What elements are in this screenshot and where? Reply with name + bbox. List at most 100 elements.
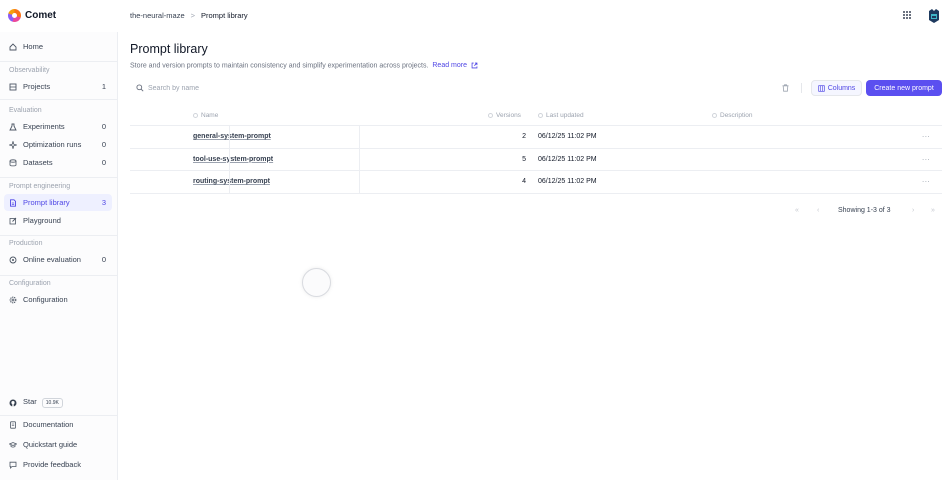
projects-icon (9, 83, 17, 91)
sidebar-divider (0, 275, 117, 276)
document-icon (9, 420, 17, 429)
sidebar-item-count: 3 (101, 198, 106, 207)
flask-icon (9, 123, 17, 131)
sidebar-item-label: Playground (23, 216, 61, 225)
page-title: Prompt library (130, 42, 208, 56)
sidebar-item-label: Documentation (23, 420, 74, 429)
sidebar-item-documentation[interactable]: Documentation (4, 416, 112, 433)
loading-spinner (302, 268, 331, 297)
prompt-name-link[interactable]: general-system-prompt (193, 133, 271, 140)
breadcrumb-workspace[interactable]: the-neural-maze (130, 11, 185, 20)
sidebar-item-label: Provide feedback (23, 460, 81, 469)
message-icon (9, 461, 17, 469)
sidebar-item-online-evaluation[interactable]: Online evaluation 0 (4, 251, 112, 268)
section-configuration: Configuration (9, 280, 51, 287)
columns-label: Columns (827, 84, 856, 92)
sidebar-item-feedback[interactable]: Provide feedback (4, 456, 112, 473)
prompt-name-link[interactable]: tool-use-system-prompt (193, 156, 273, 163)
apps-grid-icon[interactable] (903, 11, 911, 19)
section-evaluation: Evaluation (9, 107, 42, 114)
gear-icon (9, 296, 17, 304)
comet-logo-icon (8, 9, 21, 22)
star-label: Star (23, 397, 37, 406)
sidebar-item-count: 0 (101, 122, 106, 131)
sidebar-item-label: Projects (23, 82, 51, 91)
header-last-updated[interactable]: Last updated (538, 112, 584, 119)
header-versions-label: Versions (496, 112, 521, 119)
activity-icon (9, 256, 17, 264)
sidebar: Home Observability Projects 1 Evaluation… (0, 32, 118, 480)
sidebar-item-home[interactable]: Home (4, 38, 112, 55)
prompt-versions: 2 (522, 133, 526, 140)
external-link-icon[interactable] (471, 62, 478, 69)
sidebar-item-label: Quickstart guide (23, 440, 78, 449)
sidebar-item-playground[interactable]: Playground (4, 212, 112, 229)
prompt-name-link[interactable]: routing-system-prompt (193, 178, 270, 185)
table-row[interactable]: general-system-prompt 2 06/12/25 11:02 P… (130, 126, 942, 149)
prev-page-button[interactable]: ‹ (817, 207, 819, 214)
trash-icon (782, 84, 788, 92)
search-input[interactable] (148, 84, 348, 92)
column-divider (229, 126, 230, 193)
breadcrumb: the-neural-maze > Prompt library (130, 11, 248, 20)
file-text-icon (9, 198, 17, 207)
prompt-last-updated: 06/12/25 11:02 PM (538, 155, 597, 163)
sidebar-item-optimization-runs[interactable]: Optimization runs 0 (4, 136, 112, 153)
columns-icon (818, 84, 825, 92)
header-name[interactable]: Name (193, 112, 218, 119)
sidebar-item-label: Optimization runs (23, 140, 82, 149)
sidebar-item-configuration[interactable]: Configuration (4, 291, 112, 308)
sidebar-item-label: Prompt library (23, 198, 70, 207)
prompt-versions: 5 (522, 155, 526, 163)
page-description: Store and version prompts to maintain co… (130, 62, 478, 69)
sidebar-item-count: 1 (101, 82, 106, 91)
sidebar-item-projects[interactable]: Projects 1 (4, 78, 112, 95)
user-avatar[interactable] (927, 8, 941, 24)
breadcrumb-current: Prompt library (201, 11, 248, 20)
header-versions[interactable]: Versions (488, 112, 521, 119)
column-type-icon (538, 113, 543, 118)
edit-icon (9, 217, 17, 225)
last-page-button[interactable]: » (931, 207, 935, 214)
prompt-versions: 4 (522, 178, 526, 185)
sidebar-item-count: 0 (101, 140, 106, 149)
sidebar-item-count: 0 (101, 255, 106, 264)
next-page-button[interactable]: › (912, 207, 914, 214)
prompt-last-updated: 06/12/25 11:02 PM (538, 133, 597, 140)
comet-logo[interactable]: Comet (8, 9, 56, 22)
home-icon (9, 42, 17, 51)
table-row[interactable]: routing-system-prompt 4 06/12/25 11:02 P… (130, 171, 942, 194)
column-divider (359, 126, 360, 193)
sidebar-item-experiments[interactable]: Experiments 0 (4, 118, 112, 135)
sidebar-item-prompt-library[interactable]: Prompt library 3 (4, 194, 112, 211)
row-actions-button[interactable]: ... (922, 130, 930, 139)
app-name: Comet (25, 10, 57, 21)
sparkle-icon (9, 140, 17, 149)
search-icon (136, 84, 144, 92)
github-star-link[interactable]: Star 10.9K (4, 394, 112, 411)
read-more-link[interactable]: Read more (432, 62, 467, 69)
sidebar-divider (0, 177, 117, 178)
table-row[interactable]: tool-use-system-prompt 5 06/12/25 11:02 … (130, 149, 942, 171)
section-production: Production (9, 240, 43, 247)
pagination-info: Showing 1-3 of 3 (838, 206, 891, 214)
table-header: Name Versions Last updated Description (130, 106, 942, 126)
column-type-icon (712, 113, 717, 118)
first-page-button[interactable]: « (795, 207, 799, 214)
row-actions-button[interactable]: ... (922, 153, 930, 162)
header-description[interactable]: Description (712, 112, 753, 119)
columns-button[interactable]: Columns (811, 80, 862, 96)
section-observability: Observability (9, 67, 50, 74)
search-box (130, 79, 366, 97)
top-bar: Comet the-neural-maze > Prompt library (0, 0, 952, 32)
sidebar-item-quickstart[interactable]: Quickstart guide (4, 436, 112, 453)
sidebar-item-datasets[interactable]: Datasets 0 (4, 154, 112, 171)
row-actions-button[interactable]: ... (922, 175, 930, 184)
column-type-icon (193, 113, 198, 118)
create-new-prompt-button[interactable]: Create new prompt (866, 80, 942, 96)
github-icon (9, 399, 17, 407)
header-description-label: Description (720, 112, 753, 119)
prompts-table: Name Versions Last updated Description g… (130, 106, 942, 194)
page-description-text: Store and version prompts to maintain co… (130, 62, 429, 70)
delete-button[interactable] (779, 81, 791, 95)
